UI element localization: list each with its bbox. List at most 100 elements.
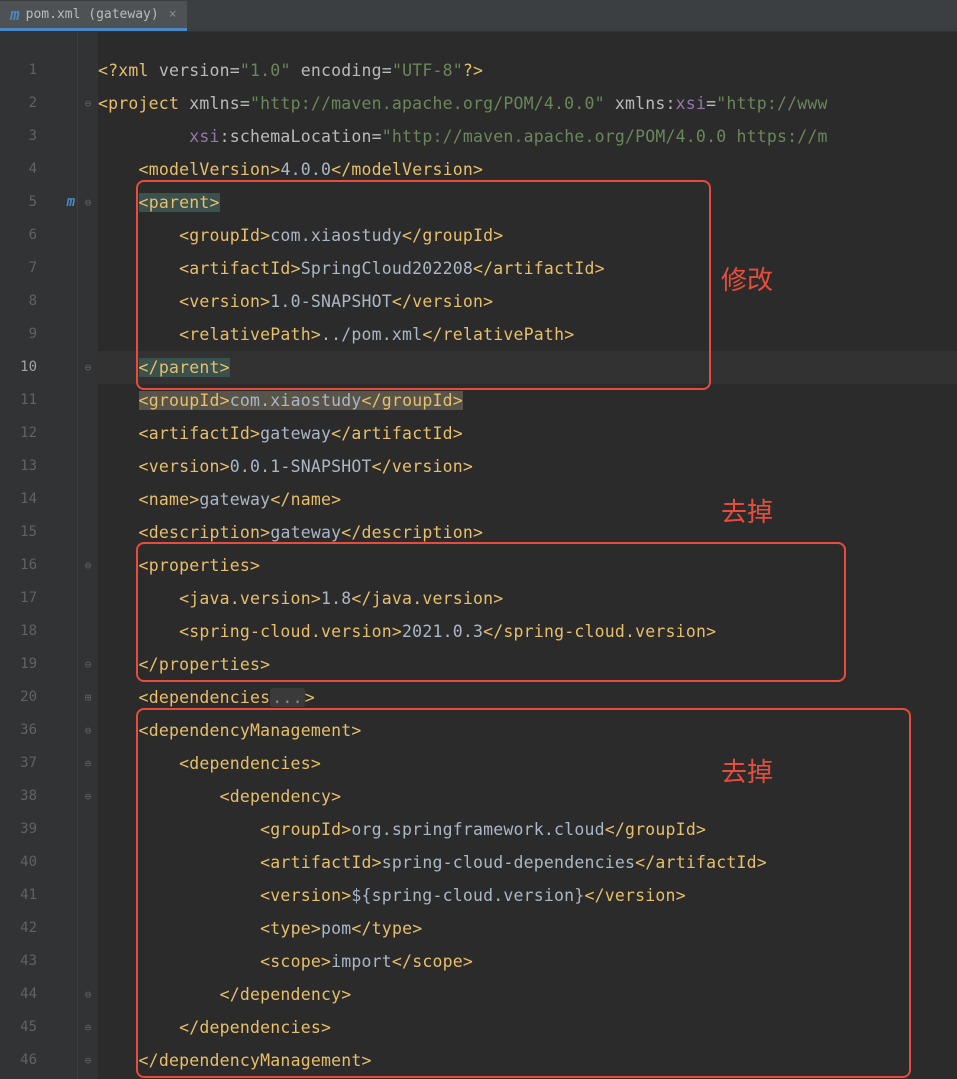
code-line[interactable]: <version>1.0-SNAPSHOT</version> [98,285,957,318]
line-number[interactable]: 43 [0,945,77,978]
fold-toggle [78,846,98,879]
code-line[interactable]: <dependencyManagement> [98,714,957,747]
line-number[interactable]: 18 [0,615,77,648]
fold-toggle[interactable]: ⊖ [78,714,98,747]
fold-toggle [78,120,98,153]
tab-label: pom.xml (gateway) [26,7,159,22]
line-number[interactable]: 41 [0,879,77,912]
code-line[interactable]: <groupId>com.xiaostudy</groupId> [98,219,957,252]
line-number[interactable]: 13 [0,450,77,483]
line-number[interactable]: 20 [0,681,77,714]
code-area[interactable]: <?xml version="1.0" encoding="UTF-8"?> <… [98,32,957,1079]
line-number[interactable]: 10 [0,351,77,384]
line-number[interactable]: 2 [0,87,77,120]
fold-toggle [78,54,98,87]
line-number[interactable]: 38 [0,780,77,813]
fold-toggle[interactable]: ⊖ [78,648,98,681]
code-line[interactable]: <groupId>org.springframework.cloud</grou… [98,813,957,846]
code-line[interactable]: <artifactId>SpringCloud202208</artifactI… [98,252,957,285]
line-number[interactable]: 44 [0,978,77,1011]
fold-toggle [78,615,98,648]
code-line[interactable]: <?xml version="1.0" encoding="UTF-8"?> [98,54,957,87]
code-line[interactable]: xsi:schemaLocation="http://maven.apache.… [98,120,957,153]
fold-toggle [78,813,98,846]
editor-area: 12345m↑678910111213141516171819203637383… [0,32,957,1079]
code-line[interactable]: <spring-cloud.version>2021.0.3</spring-c… [98,615,957,648]
line-number[interactable]: 9 [0,318,77,351]
fold-column: ⊖⊖⊖⊖⊖⊞⊖⊖⊖⊖⊖⊖ [78,32,98,1079]
line-number[interactable]: 11 [0,384,77,417]
fold-toggle [78,285,98,318]
maven-file-icon: m [10,5,20,24]
line-number[interactable]: 12 [0,417,77,450]
code-line-current[interactable]: </parent> [98,351,957,384]
fold-toggle[interactable]: ⊖ [78,978,98,1011]
line-number[interactable]: 17 [0,582,77,615]
line-number[interactable]: 7 [0,252,77,285]
code-line[interactable]: </dependencyManagement> [98,1044,957,1077]
line-number[interactable]: 19 [0,648,77,681]
fold-toggle [78,219,98,252]
line-number[interactable]: 46 [0,1044,77,1077]
code-line[interactable]: <dependency> [98,780,957,813]
fold-toggle[interactable]: ⊖ [78,549,98,582]
line-number[interactable]: 42 [0,912,77,945]
fold-toggle[interactable]: ⊖ [78,87,98,120]
code-line[interactable]: <java.version>1.8</java.version> [98,582,957,615]
code-line[interactable]: <relativePath>../pom.xml</relativePath> [98,318,957,351]
code-line[interactable]: <version>0.0.1-SNAPSHOT</version> [98,450,957,483]
line-number[interactable]: 39 [0,813,77,846]
file-tab[interactable]: m pom.xml (gateway) × [0,1,187,31]
code-line[interactable]: <version>${spring-cloud.version}</versio… [98,879,957,912]
code-line[interactable]: <project xmlns="http://maven.apache.org/… [98,87,957,120]
line-number[interactable]: 8 [0,285,77,318]
line-number[interactable]: 37 [0,747,77,780]
code-line[interactable]: <dependencies> [98,747,957,780]
line-number[interactable]: 1 [0,54,77,87]
line-number[interactable]: 36 [0,714,77,747]
code-line[interactable]: <parent> [98,186,957,219]
code-line[interactable]: <dependencies...> [98,681,957,714]
line-number[interactable]: 14 [0,483,77,516]
line-number[interactable]: 45 [0,1011,77,1044]
fold-toggle [78,516,98,549]
fold-toggle[interactable]: ⊖ [78,351,98,384]
line-number[interactable]: 15 [0,516,77,549]
fold-toggle [78,384,98,417]
fold-toggle [78,912,98,945]
code-line[interactable]: </dependencies> [98,1011,957,1044]
code-line[interactable]: <modelVersion>4.0.0</modelVersion> [98,153,957,186]
code-line[interactable]: </properties> [98,648,957,681]
line-number[interactable]: 5m↑ [0,186,77,219]
code-line[interactable]: <groupId>com.xiaostudy</groupId> [98,384,957,417]
code-line[interactable]: </dependency> [98,978,957,1011]
code-line[interactable]: <description>gateway</description> [98,516,957,549]
code-line[interactable]: <artifactId>gateway</artifactId> [98,417,957,450]
code-line[interactable]: <properties> [98,549,957,582]
close-icon[interactable]: × [169,7,177,22]
line-number[interactable]: 3 [0,120,77,153]
fold-toggle [78,417,98,450]
fold-toggle[interactable]: ⊖ [78,186,98,219]
fold-toggle [78,483,98,516]
maven-icon: m↑ [67,186,75,219]
code-line[interactable]: <name>gateway</name> [98,483,957,516]
fold-toggle [78,945,98,978]
fold-toggle [78,879,98,912]
line-number[interactable]: 4 [0,153,77,186]
fold-toggle [78,153,98,186]
fold-toggle[interactable]: ⊖ [78,1044,98,1077]
code-line[interactable]: <artifactId>spring-cloud-dependencies</a… [98,846,957,879]
line-number[interactable]: 16 [0,549,77,582]
line-number[interactable]: 40 [0,846,77,879]
fold-toggle[interactable]: ⊞ [78,681,98,714]
line-number[interactable]: 6 [0,219,77,252]
fold-toggle [78,450,98,483]
code-line[interactable]: <scope>import</scope> [98,945,957,978]
fold-toggle[interactable]: ⊖ [78,1011,98,1044]
fold-toggle [78,582,98,615]
line-gutter: 12345m↑678910111213141516171819203637383… [0,32,78,1079]
fold-toggle[interactable]: ⊖ [78,747,98,780]
fold-toggle[interactable]: ⊖ [78,780,98,813]
code-line[interactable]: <type>pom</type> [98,912,957,945]
